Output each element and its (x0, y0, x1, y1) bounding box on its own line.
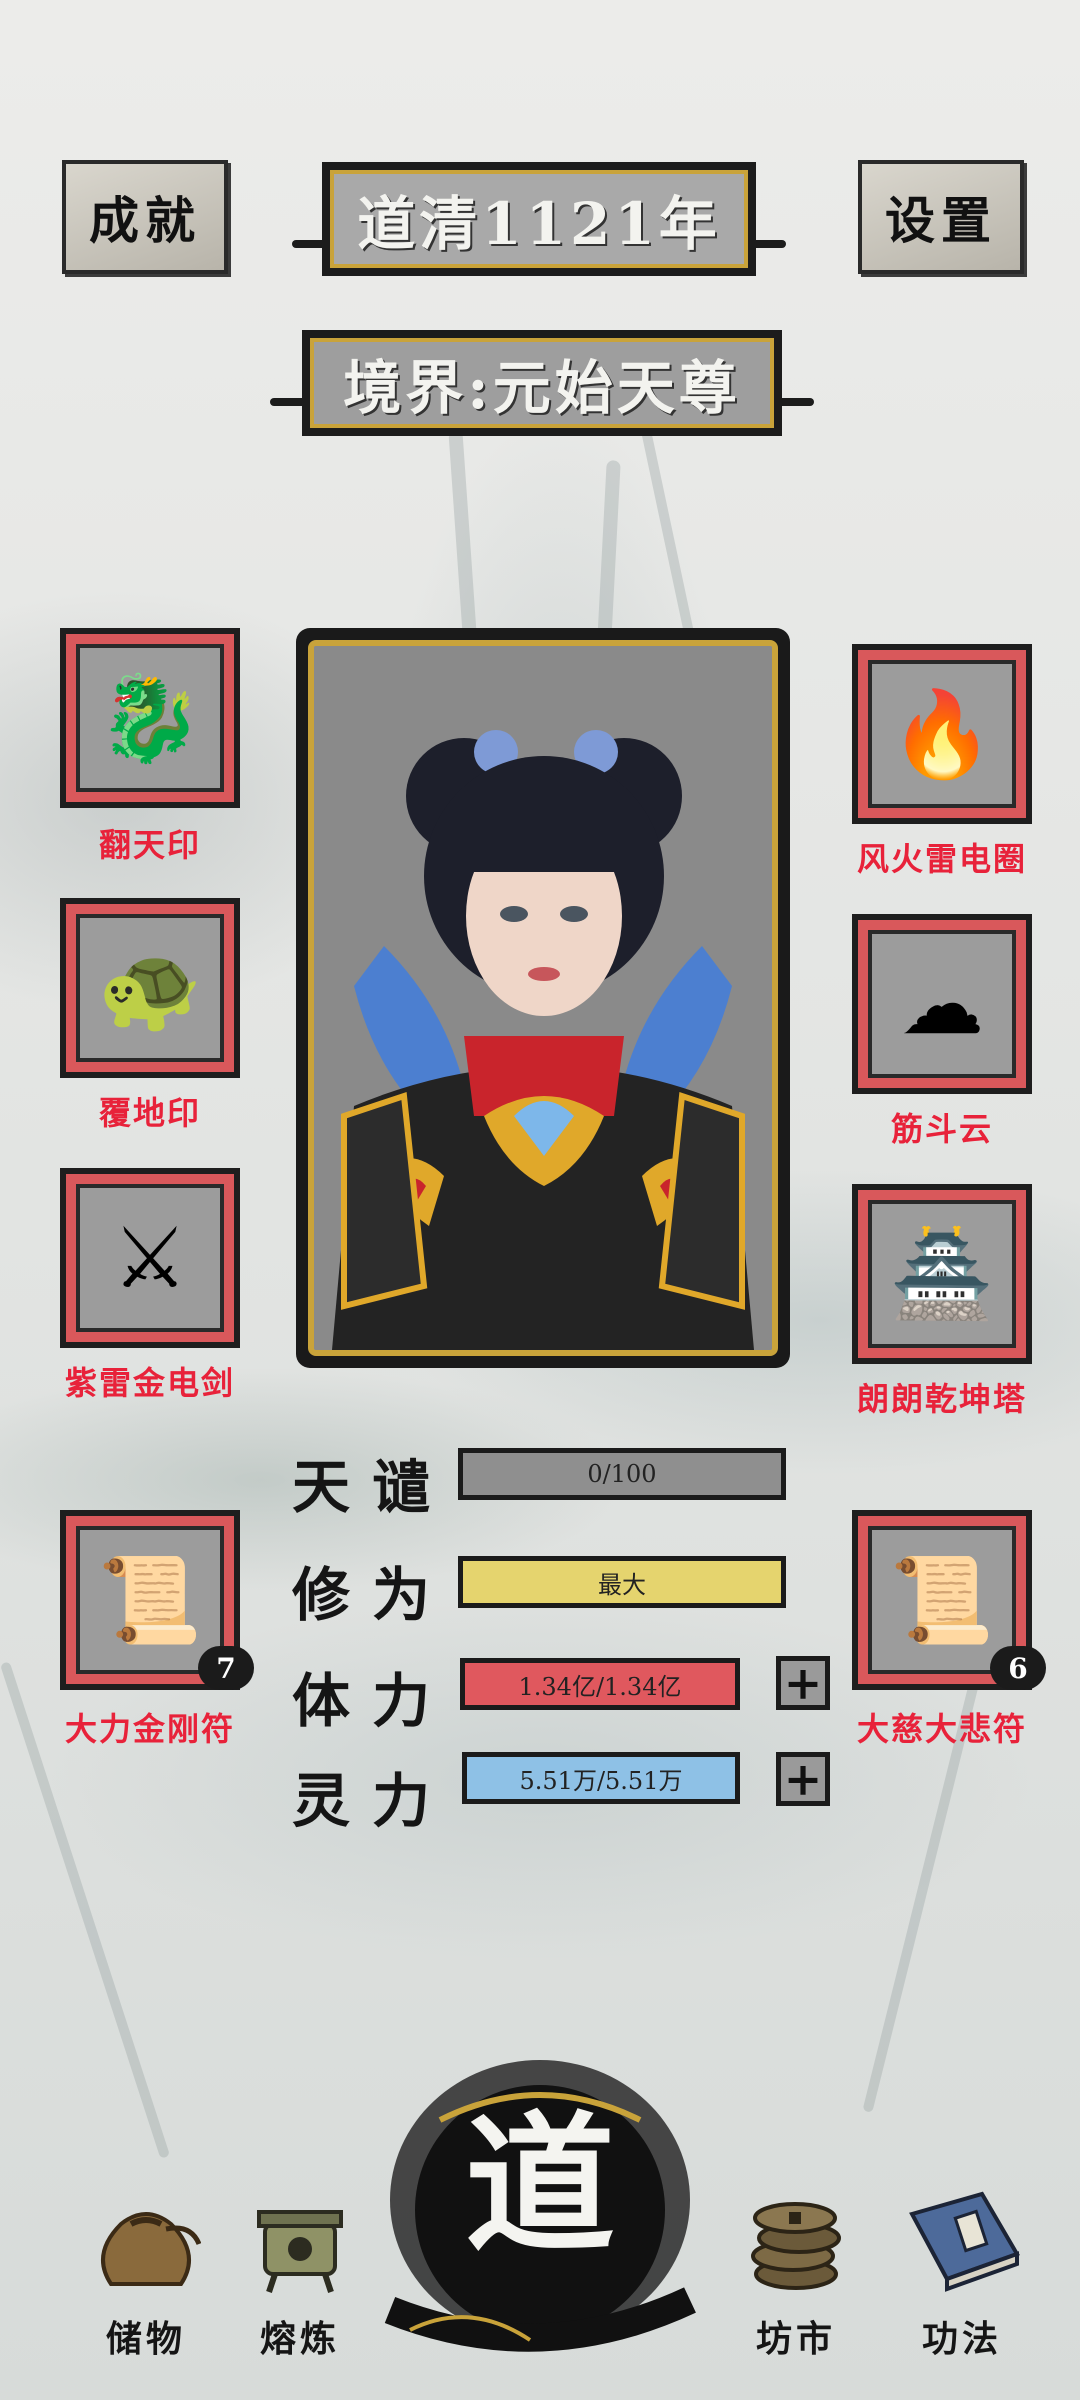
equip-slot-fire-ring[interactable]: 🔥 (852, 644, 1032, 824)
nav-market[interactable]: 坊市 (716, 2176, 876, 2362)
equip-slot-fudi-seal[interactable]: 🐢 (60, 898, 240, 1078)
character-illustration (314, 646, 772, 1350)
equip-slot-fantian-seal[interactable]: 🐉 (60, 628, 240, 808)
dao-label: 道 (464, 2097, 615, 2273)
year-plaque: 道清1121年 (322, 162, 756, 276)
equip-label: 覆地印 (98, 1094, 201, 1132)
nav-techniques-label: 功法 (921, 2318, 1002, 2360)
equip-slot-thunder-sword[interactable]: ⚔ (60, 1168, 240, 1348)
turtle-seal-icon: 🐢 (97, 939, 203, 1037)
equip-label: 朗朗乾坤塔 (856, 1380, 1027, 1418)
equip-label: 风火雷电圈 (856, 840, 1027, 878)
nav-smelting[interactable]: 熔炼 (220, 2176, 380, 2362)
stat-label-xiuwei: 修为 (292, 1561, 453, 1629)
lingli-bar: 5.51万/5.51万 (462, 1752, 740, 1804)
stat-label-tianqian: 天谴 (292, 1453, 453, 1521)
settings-button[interactable]: 设置 (858, 160, 1024, 274)
equip-label: 翻天印 (98, 826, 201, 864)
equip-label: 大慈大悲符 (856, 1710, 1027, 1748)
realm-plaque: 境界:元始天尊 (302, 330, 782, 436)
tili-value: 1.34亿/1.34亿 (518, 1672, 682, 1701)
pagoda-icon: 🏯 (889, 1225, 995, 1323)
book-icon (882, 2176, 1042, 2294)
equip-slot-somersault-cloud[interactable]: ☁ (852, 914, 1032, 1094)
thunder-sword-icon: ⚔ (112, 1209, 188, 1307)
xiuwei-bar: 最大 (458, 1556, 786, 1608)
xiuwei-value: 最大 (598, 1570, 646, 1599)
stat-label-tili: 体力 (292, 1667, 453, 1735)
character-portrait-frame (296, 628, 790, 1368)
tianqian-value: 0/100 (587, 1460, 657, 1488)
achievements-button[interactable]: 成就 (62, 160, 228, 274)
item-count-badge: 7 (198, 1646, 254, 1690)
realm-label: 境界:元始天尊 (343, 354, 741, 422)
nav-storage-label: 储物 (105, 2318, 186, 2360)
cloud-icon: ☁ (900, 955, 984, 1053)
item-count-badge: 6 (990, 1646, 1046, 1690)
pouch-icon (66, 2176, 226, 2294)
year-label: 道清1121年 (357, 190, 721, 258)
fire-ring-icon: 🔥 (889, 685, 995, 783)
talisman-scroll-icon: 📜 (889, 1551, 995, 1649)
add-lingli-button[interactable]: + (776, 1752, 830, 1806)
stat-label-lingli: 灵力 (292, 1767, 453, 1835)
talisman-scroll-icon: 📜 (97, 1551, 203, 1649)
character-portrait (308, 640, 778, 1356)
equip-slot-pagoda[interactable]: 🏯 (852, 1184, 1032, 1364)
equip-label: 紫雷金电剑 (64, 1364, 235, 1402)
nav-market-label: 坊市 (755, 2318, 836, 2360)
equip-label: 筋斗云 (890, 1110, 993, 1148)
tili-bar: 1.34亿/1.34亿 (460, 1658, 740, 1710)
coins-icon (716, 2176, 876, 2294)
lingli-value: 5.51万/5.51万 (519, 1766, 683, 1795)
tianqian-bar: 0/100 (458, 1448, 786, 1500)
add-tili-button[interactable]: + (776, 1656, 830, 1710)
nav-smelting-label: 熔炼 (259, 2318, 340, 2360)
equip-label: 大力金刚符 (64, 1710, 235, 1748)
nav-storage[interactable]: 储物 (66, 2176, 226, 2362)
nav-techniques[interactable]: 功法 (882, 2176, 1042, 2362)
cauldron-icon (220, 2176, 380, 2294)
nav-dao[interactable]: 道 (380, 2050, 700, 2360)
dragon-seal-icon: 🐉 (97, 669, 203, 767)
